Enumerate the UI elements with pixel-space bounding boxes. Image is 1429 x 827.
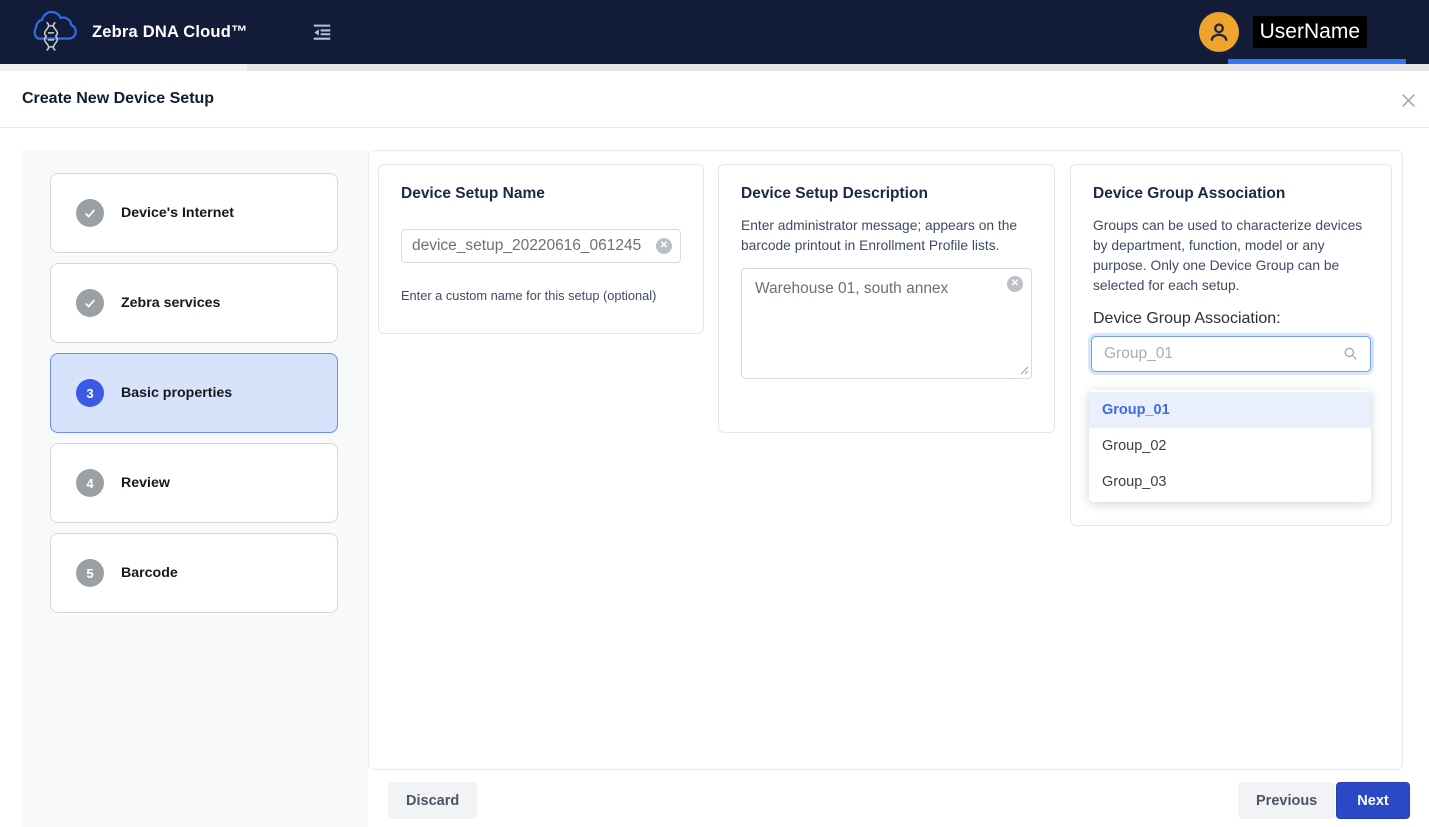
brand-title: Zebra DNA Cloud™ [92,23,248,42]
device-setup-name-card: Device Setup Name ✕ Enter a custom name … [378,164,704,334]
page-title: Create New Device Setup [22,90,214,108]
card-title: Device Setup Name [401,185,681,203]
step-label: Review [121,475,170,491]
top-navbar: Zebra DNA Cloud™ UserName [0,0,1429,64]
device-group-select[interactable]: Group_01 [1091,336,1371,372]
device-group-dropdown: Group_01 Group_02 Group_03 [1089,390,1371,502]
group-select-label: Device Group Association: [1093,310,1369,328]
step-number-badge: 4 [76,469,104,497]
modal-header: Create New Device Setup [0,71,1429,128]
dropdown-option-group-03[interactable]: Group_03 [1089,464,1371,500]
check-icon [76,289,104,317]
dropdown-option-group-01[interactable]: Group_01 [1089,392,1371,428]
username-label[interactable]: UserName [1253,16,1367,48]
next-button[interactable]: Next [1336,782,1410,819]
card-title: Device Group Association [1093,185,1369,203]
card-title: Device Setup Description [741,185,1032,203]
device-setup-name-input[interactable] [401,229,681,263]
user-avatar-icon[interactable] [1199,12,1239,52]
device-setup-description-card: Device Setup Description Enter administr… [718,164,1055,433]
description-instructions: Enter administrator message; appears on … [741,216,1032,256]
discard-button[interactable]: Discard [388,782,477,819]
step-barcode[interactable]: 5 Barcode [50,533,338,613]
step-label: Basic properties [121,385,232,401]
page-underlay-strip-left [0,64,247,71]
dropdown-option-group-02[interactable]: Group_02 [1089,428,1371,464]
step-number-badge: 5 [76,559,104,587]
step-review[interactable]: 4 Review [50,443,338,523]
step-number-badge: 3 [76,379,104,407]
group-instructions: Groups can be used to characterize devic… [1093,216,1369,297]
select-placeholder: Group_01 [1104,345,1343,363]
step-basic-properties[interactable]: 3 Basic properties [50,353,338,433]
device-setup-description-textarea[interactable]: Warehouse 01, south annex [741,268,1032,379]
menu-collapse-icon[interactable] [310,21,334,43]
step-label: Device's Internet [121,205,234,221]
input-helper-text: Enter a custom name for this setup (opti… [401,288,681,303]
clear-input-icon[interactable]: ✕ [656,238,672,254]
resize-handle-icon[interactable] [1019,362,1029,380]
previous-button[interactable]: Previous [1238,782,1335,819]
step-label: Barcode [121,565,178,581]
page-underlay-strip-right [247,64,1429,71]
step-label: Zebra services [121,295,220,311]
step-device-internet[interactable]: Device's Internet [50,173,338,253]
close-icon[interactable] [1397,89,1419,111]
step-zebra-services[interactable]: Zebra services [50,263,338,343]
zebra-dna-cloud-logo-icon [22,7,80,57]
wizard-steps-sidebar: Device's Internet Zebra services 3 Basic… [22,150,368,827]
check-icon [76,199,104,227]
search-icon [1343,346,1358,361]
